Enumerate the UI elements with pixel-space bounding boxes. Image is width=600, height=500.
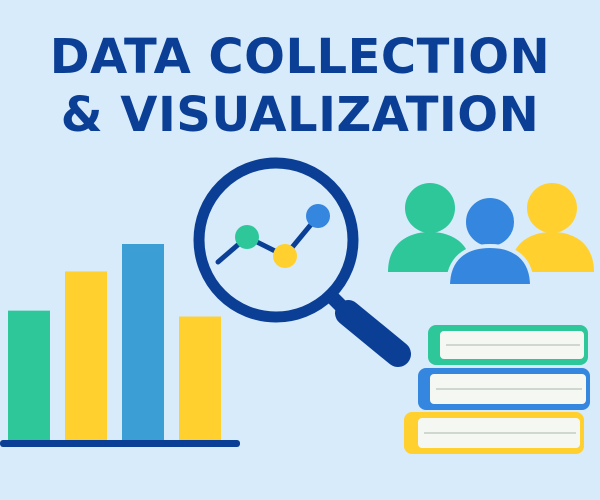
book-bottom	[404, 412, 584, 454]
bar-3	[122, 244, 164, 440]
bar-2	[65, 271, 107, 440]
magnifying-glass-icon	[193, 157, 411, 367]
book-stack-icon	[404, 325, 590, 454]
book-top	[428, 325, 588, 365]
line-chart-point-1	[235, 225, 259, 249]
chart-baseline	[0, 440, 240, 447]
people-group-icon	[388, 183, 594, 288]
bar-4	[179, 316, 221, 440]
illustration-art	[0, 157, 594, 454]
line-chart-point-2	[273, 244, 297, 268]
line-chart-point-3	[306, 204, 330, 228]
bar-1	[8, 310, 50, 440]
person-center-icon	[445, 194, 535, 288]
illustration-canvas: DATA COLLECTION & VISUALIZATION	[0, 0, 600, 500]
magnifier-handle	[335, 300, 411, 367]
book-middle	[418, 368, 590, 410]
